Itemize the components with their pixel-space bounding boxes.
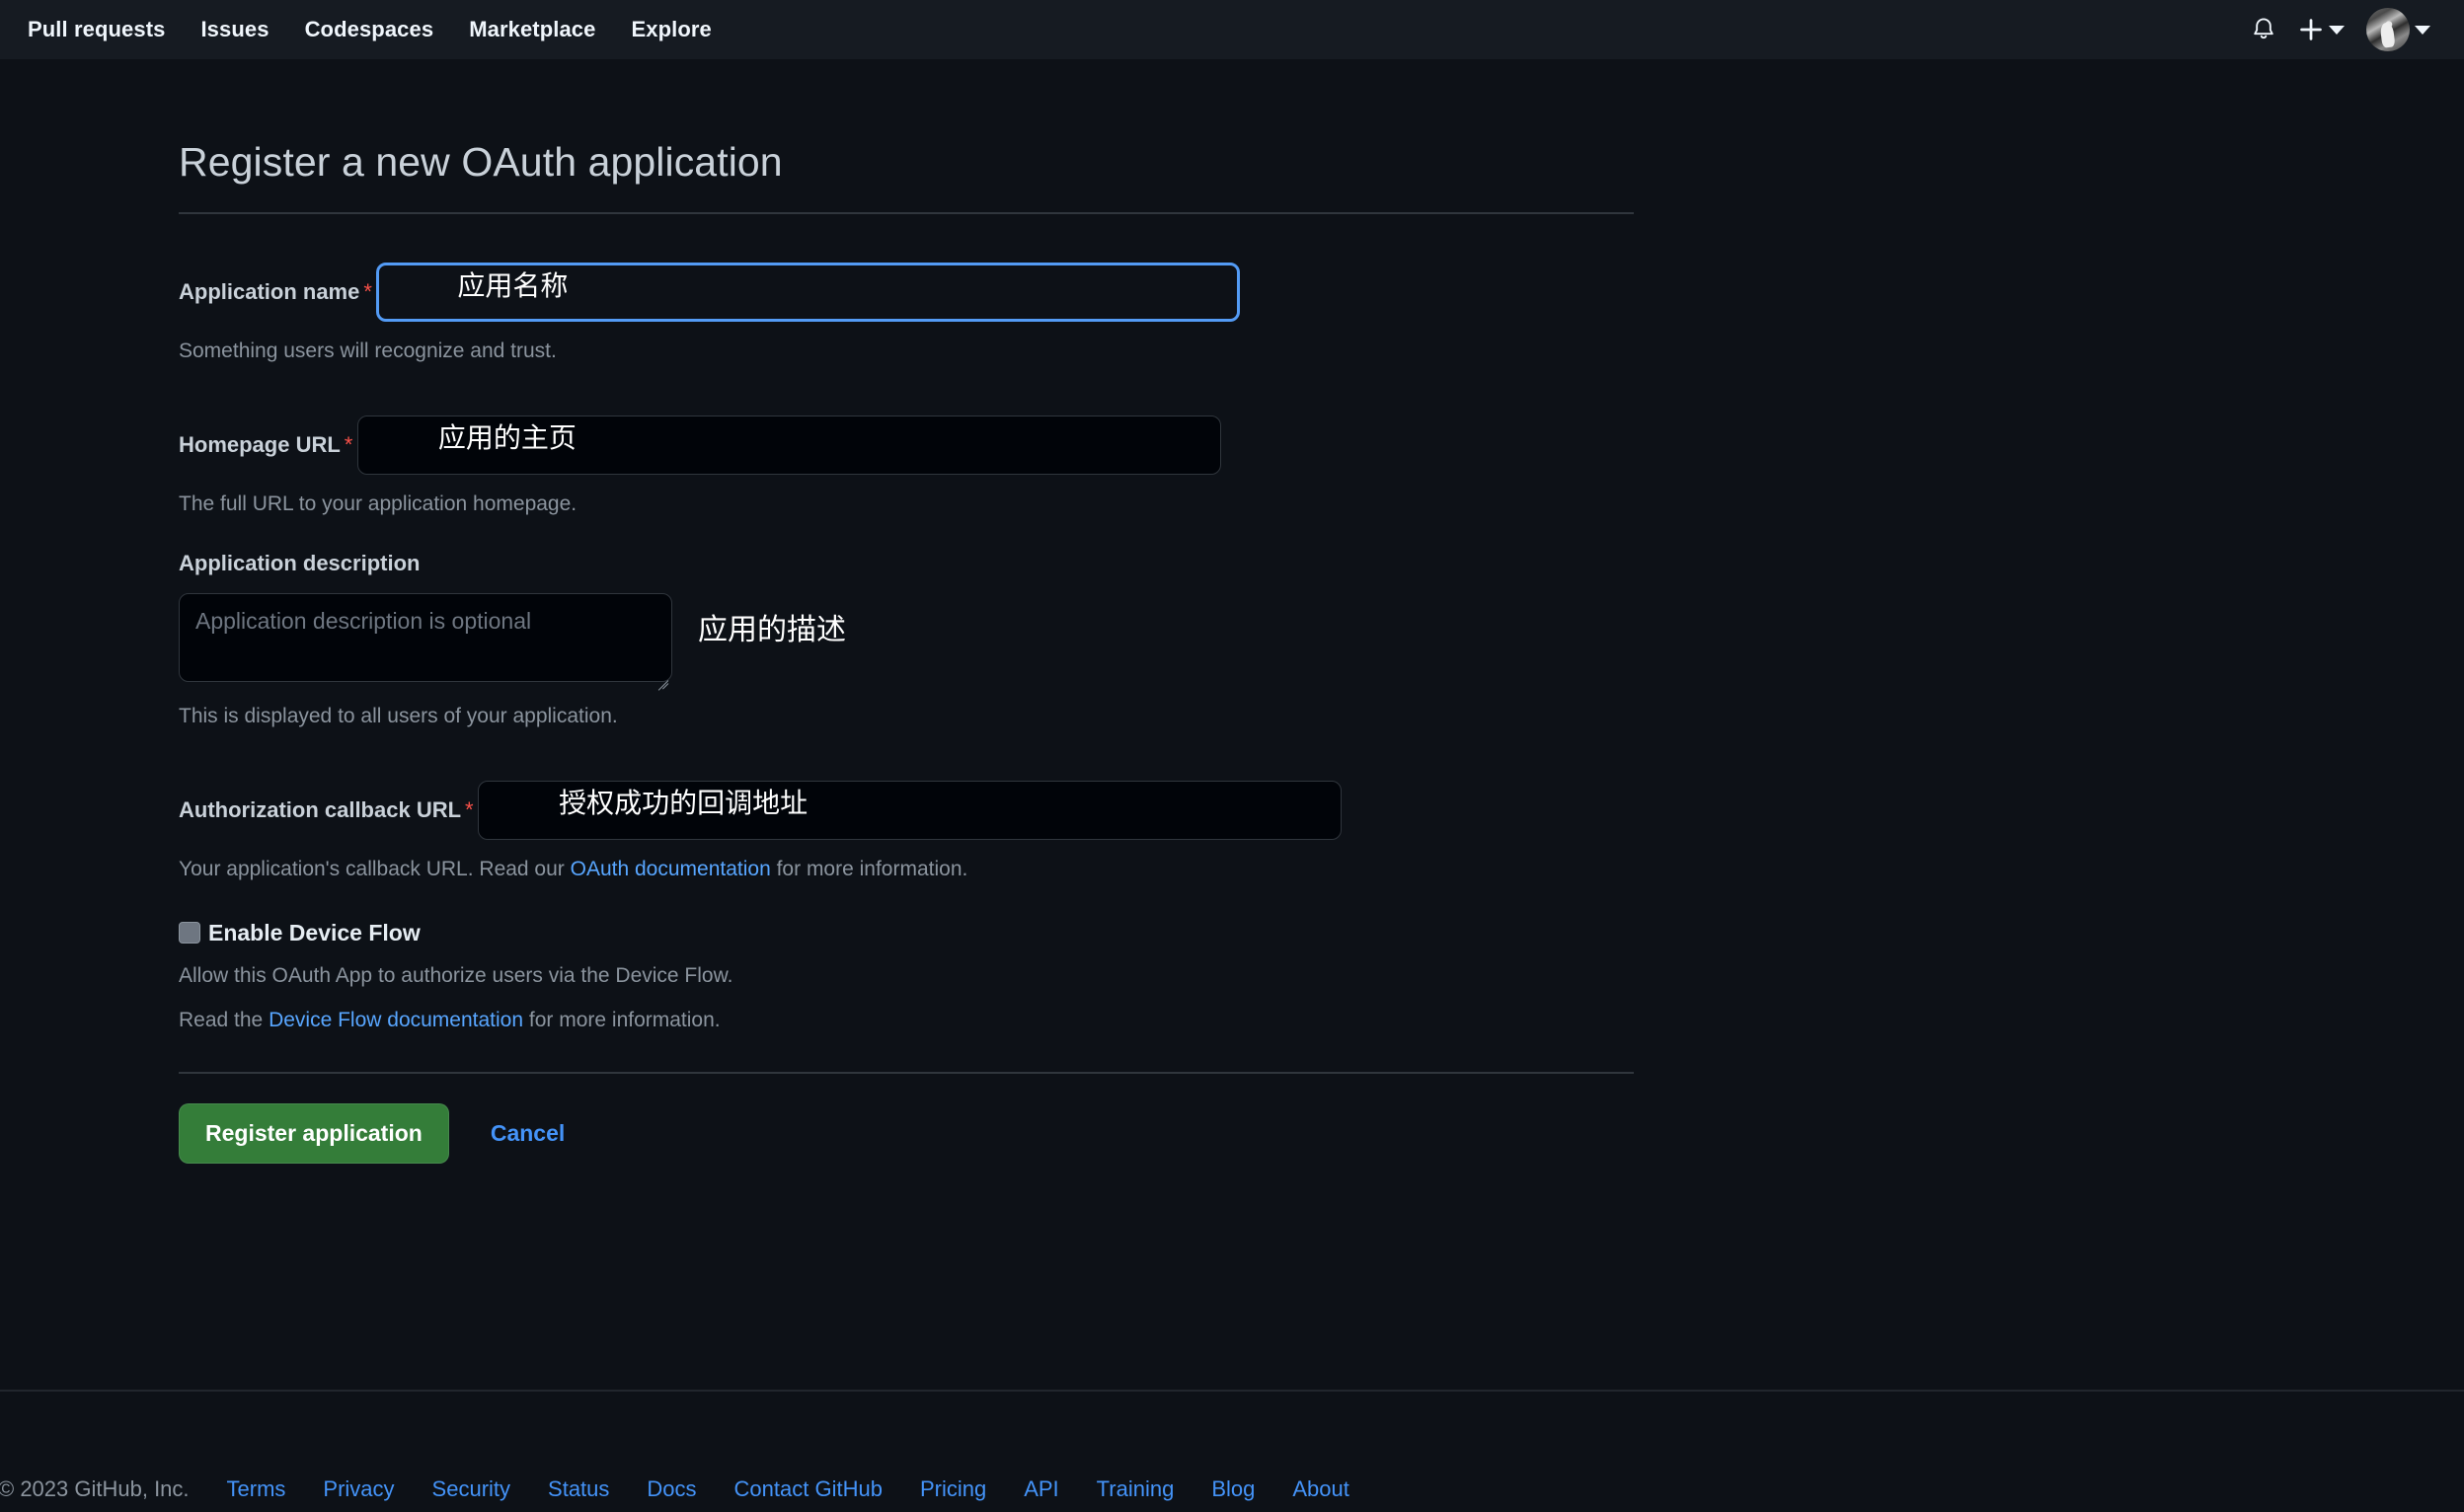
application-name-input[interactable] bbox=[376, 263, 1241, 323]
chevron-down-icon bbox=[2415, 25, 2430, 35]
application-description-label: Application description bbox=[179, 551, 421, 576]
device-flow-row[interactable]: Enable Device Flow bbox=[179, 920, 2464, 946]
page-footer: © 2023 GitHub, Inc. Terms Privacy Securi… bbox=[0, 1476, 2464, 1502]
oauth-documentation-link[interactable]: OAuth documentation bbox=[571, 858, 771, 880]
register-application-button[interactable]: Register application bbox=[179, 1102, 449, 1164]
required-marker: * bbox=[344, 431, 353, 457]
footer-link-pricing[interactable]: Pricing bbox=[920, 1476, 986, 1502]
application-name-label: Application name bbox=[179, 279, 360, 305]
user-menu-button[interactable] bbox=[2366, 8, 2430, 51]
application-description-annotation: 应用的描述 bbox=[698, 614, 846, 647]
title-divider bbox=[179, 212, 1634, 215]
footer-link-about[interactable]: About bbox=[1292, 1476, 1349, 1502]
device-flow-hint-2: Read the Device Flow documentation for m… bbox=[179, 1006, 2464, 1035]
device-flow-hint-2-after: for more information. bbox=[523, 1009, 721, 1032]
footer-link-status[interactable]: Status bbox=[548, 1476, 609, 1502]
cancel-link[interactable]: Cancel bbox=[491, 1120, 565, 1147]
application-name-input-wrap: 应用名称 bbox=[376, 246, 1241, 323]
create-new-button[interactable] bbox=[2298, 17, 2345, 42]
required-marker: * bbox=[363, 279, 372, 305]
nav-issues[interactable]: Issues bbox=[200, 17, 269, 42]
field-application-name: Application name * 应用名称 Something users w… bbox=[179, 246, 2464, 366]
callback-url-label: Authorization callback URL bbox=[179, 796, 462, 822]
application-description-hint: This is displayed to all users of your a… bbox=[179, 705, 618, 728]
footer-link-contact-github[interactable]: Contact GitHub bbox=[734, 1476, 883, 1502]
callback-url-hint: Your application's callback URL. Read ou… bbox=[179, 855, 2464, 884]
callback-url-input-wrap: 授权成功的回调地址 bbox=[478, 764, 1343, 840]
nav-explore[interactable]: Explore bbox=[631, 17, 711, 42]
application-description-wrap bbox=[179, 593, 672, 687]
enable-device-flow-label[interactable]: Enable Device Flow bbox=[208, 920, 421, 946]
device-flow-hint-2-before: Read the bbox=[179, 1009, 270, 1032]
header-actions bbox=[2251, 8, 2436, 51]
field-callback-url: Authorization callback URL * 授权成功的回调地址 Yo… bbox=[179, 764, 2464, 884]
main-content: Register a new OAuth application Applica… bbox=[0, 59, 2464, 1164]
actions-divider bbox=[179, 1071, 1634, 1074]
header-nav: Pull requests Issues Codespaces Marketpl… bbox=[28, 17, 712, 42]
nav-pull-requests[interactable]: Pull requests bbox=[28, 17, 165, 42]
footer-divider bbox=[0, 1390, 2464, 1392]
enable-device-flow-checkbox[interactable] bbox=[179, 922, 200, 945]
form-actions: Register application Cancel bbox=[179, 1102, 2464, 1164]
footer-link-blog[interactable]: Blog bbox=[1211, 1476, 1255, 1502]
global-header: Pull requests Issues Codespaces Marketpl… bbox=[0, 0, 2464, 59]
chevron-down-icon bbox=[2329, 25, 2345, 35]
footer-copyright: © 2023 GitHub, Inc. bbox=[0, 1476, 190, 1501]
callback-url-hint-text: Your application's callback URL. Read ou… bbox=[179, 857, 571, 880]
callback-url-hint-text-after: for more information. bbox=[770, 857, 968, 880]
bell-icon[interactable] bbox=[2251, 16, 2276, 43]
callback-url-input[interactable] bbox=[478, 780, 1343, 840]
device-flow-documentation-link[interactable]: Device Flow documentation bbox=[269, 1009, 523, 1031]
footer-link-api[interactable]: API bbox=[1024, 1476, 1058, 1502]
footer-link-training[interactable]: Training bbox=[1097, 1476, 1175, 1502]
homepage-url-input[interactable] bbox=[356, 415, 1221, 475]
footer-link-docs[interactable]: Docs bbox=[647, 1476, 696, 1502]
footer-link-security[interactable]: Security bbox=[432, 1476, 510, 1502]
footer-link-privacy[interactable]: Privacy bbox=[323, 1476, 394, 1502]
footer-link-terms[interactable]: Terms bbox=[227, 1476, 286, 1502]
required-marker: * bbox=[465, 796, 474, 822]
homepage-url-input-wrap: 应用的主页 bbox=[356, 399, 1221, 475]
homepage-url-hint: The full URL to your application homepag… bbox=[179, 491, 578, 515]
application-description-textarea[interactable] bbox=[179, 593, 672, 683]
nav-codespaces[interactable]: Codespaces bbox=[305, 17, 434, 42]
field-application-description: Application description 应用的描述 This is di… bbox=[179, 551, 2464, 731]
homepage-url-label: Homepage URL bbox=[179, 431, 341, 457]
field-homepage-url: Homepage URL * 应用的主页 The full URL to your… bbox=[179, 399, 2464, 519]
page-title: Register a new OAuth application bbox=[179, 139, 783, 185]
device-flow-hint-1: Allow this OAuth App to authorize users … bbox=[179, 963, 733, 987]
avatar[interactable] bbox=[2366, 8, 2410, 51]
plus-icon bbox=[2300, 19, 2322, 40]
nav-marketplace[interactable]: Marketplace bbox=[469, 17, 595, 42]
application-name-hint: Something users will recognize and trust… bbox=[179, 340, 557, 363]
